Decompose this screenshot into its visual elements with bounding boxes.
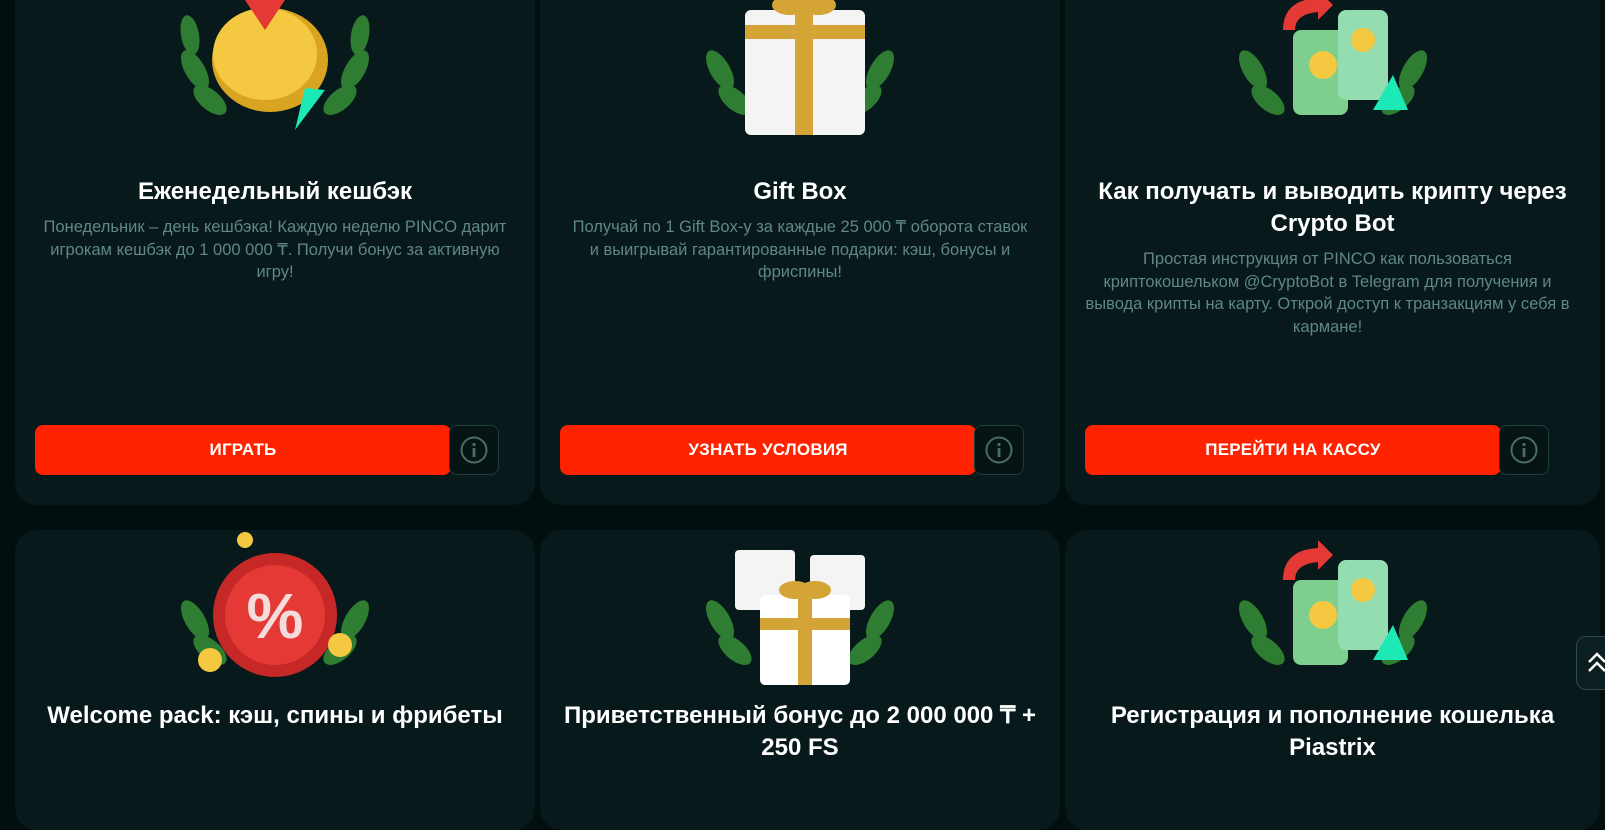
info-button[interactable] bbox=[1499, 425, 1549, 475]
cashback-coins-icon bbox=[165, 0, 385, 140]
money-exchange-icon bbox=[1223, 0, 1443, 140]
scroll-to-top-button[interactable] bbox=[1576, 636, 1605, 690]
money-exchange-icon bbox=[1223, 530, 1443, 690]
info-icon bbox=[1510, 436, 1538, 464]
info-icon bbox=[985, 436, 1013, 464]
promo-card-crypto-bot: Как получать и выводить крипту через Cry… bbox=[1065, 0, 1600, 505]
card-description: Получай по 1 Gift Box-у за каждые 25 000… bbox=[572, 218, 1028, 281]
play-button[interactable]: ИГРАТЬ bbox=[35, 425, 451, 475]
svg-text:%: % bbox=[247, 580, 304, 652]
info-icon bbox=[460, 436, 488, 464]
info-button[interactable] bbox=[974, 425, 1024, 475]
promo-card-gift-box: Gift Box Получай по 1 Gift Box-у за кажд… bbox=[540, 0, 1060, 505]
card-title: Регистрация и пополнение кошелька Piastr… bbox=[1110, 702, 1555, 761]
card-title: Welcome pack: кэш, спины и фрибеты bbox=[47, 702, 503, 729]
promotions-grid: Еженедельный кешбэк Понедельник – день к… bbox=[0, 0, 1605, 830]
card-description: Простая инструкция от PINCO как пользова… bbox=[1085, 250, 1570, 336]
promo-card-welcome-pack: % Welcome pack: кэш, спины и фрибеты bbox=[15, 530, 535, 830]
card-description: Понедельник – день кешбэка! Каждую недел… bbox=[43, 218, 507, 281]
go-to-cashier-button[interactable]: ПЕРЕЙТИ НА КАССУ bbox=[1085, 425, 1501, 475]
gift-boxes-icon bbox=[690, 530, 910, 690]
card-title: Еженедельный кешбэк bbox=[137, 178, 413, 205]
card-title: Как получать и выводить крипту через Cry… bbox=[1098, 178, 1567, 237]
gift-box-icon bbox=[690, 0, 910, 140]
percent-badge-icon: % bbox=[165, 530, 385, 690]
card-title: Приветственный бонус до 2 000 000 ₸ + 25… bbox=[563, 702, 1037, 761]
promo-card-welcome-bonus: Приветственный бонус до 2 000 000 ₸ + 25… bbox=[540, 530, 1060, 830]
promo-card-piastrix: Регистрация и пополнение кошелька Piastr… bbox=[1065, 530, 1600, 830]
promo-card-cashback: Еженедельный кешбэк Понедельник – день к… bbox=[15, 0, 535, 505]
learn-terms-button[interactable]: УЗНАТЬ УСЛОВИЯ bbox=[560, 425, 976, 475]
card-title: Gift Box bbox=[753, 178, 847, 205]
double-chevron-up-icon bbox=[1588, 652, 1605, 672]
info-button[interactable] bbox=[449, 425, 499, 475]
